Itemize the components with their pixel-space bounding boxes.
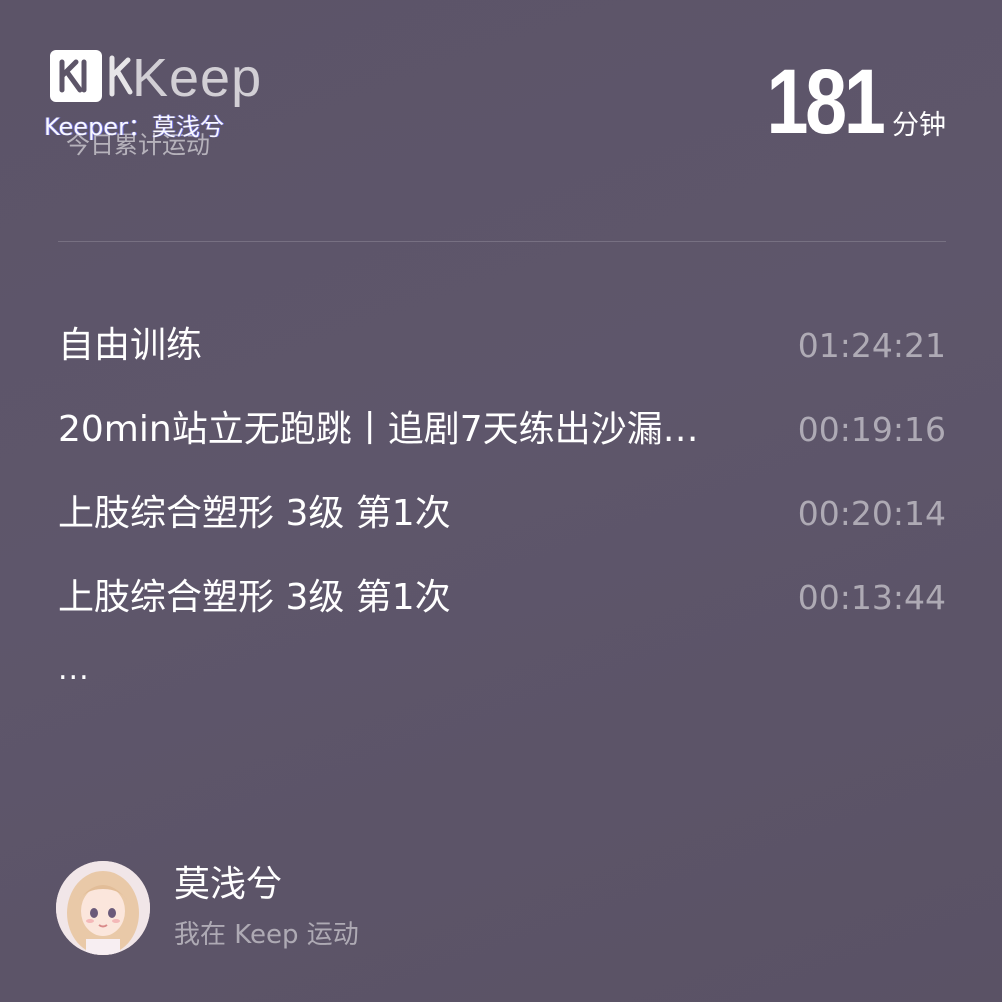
user-caption: 我在 Keep 运动: [174, 920, 359, 950]
workout-duration: 00:13:44: [797, 578, 946, 617]
workout-duration: 00:19:16: [797, 410, 946, 449]
workout-row: 上肢综合塑形 3级 第1次 00:13:44: [58, 556, 946, 640]
brand-header: Keep 今日累计运动 Keeper：莫浅兮: [44, 46, 288, 159]
workout-name: 自由训练: [58, 325, 203, 366]
workout-row: 上肢综合塑形 3级 第1次 00:20:14: [58, 472, 946, 556]
user-avatar: [56, 861, 150, 955]
workout-row: 自由训练 01:24:21: [58, 304, 946, 388]
total-minutes-unit: 分钟: [892, 110, 946, 141]
workout-duration: 01:24:21: [797, 326, 946, 365]
more-indicator: ...: [58, 652, 90, 687]
keep-wordmark: Keep: [132, 48, 263, 108]
workout-name: 上肢综合塑形 3级 第1次: [58, 577, 451, 618]
workout-name: 20min站立无跑跳丨追剧7天练出沙漏…: [58, 409, 699, 450]
total-duration: 181 分钟: [741, 48, 946, 153]
user-name: 莫浅兮: [174, 864, 283, 905]
total-minutes-value: 181: [765, 51, 885, 153]
workout-list: 自由训练 01:24:21 20min站立无跑跳丨追剧7天练出沙漏… 00:19…: [58, 304, 946, 640]
share-card: Keep 今日累计运动 Keeper：莫浅兮 181 分钟 自由训练 01:24…: [0, 0, 1002, 1002]
keep-logo-icon: [50, 50, 102, 102]
workout-name: 上肢综合塑形 3级 第1次: [58, 493, 451, 534]
divider: [58, 241, 946, 242]
workout-row: 20min站立无跑跳丨追剧7天练出沙漏… 00:19:16: [58, 388, 946, 472]
workout-duration: 00:20:14: [797, 494, 946, 533]
keeper-name-label: Keeper：莫浅兮: [44, 113, 224, 141]
